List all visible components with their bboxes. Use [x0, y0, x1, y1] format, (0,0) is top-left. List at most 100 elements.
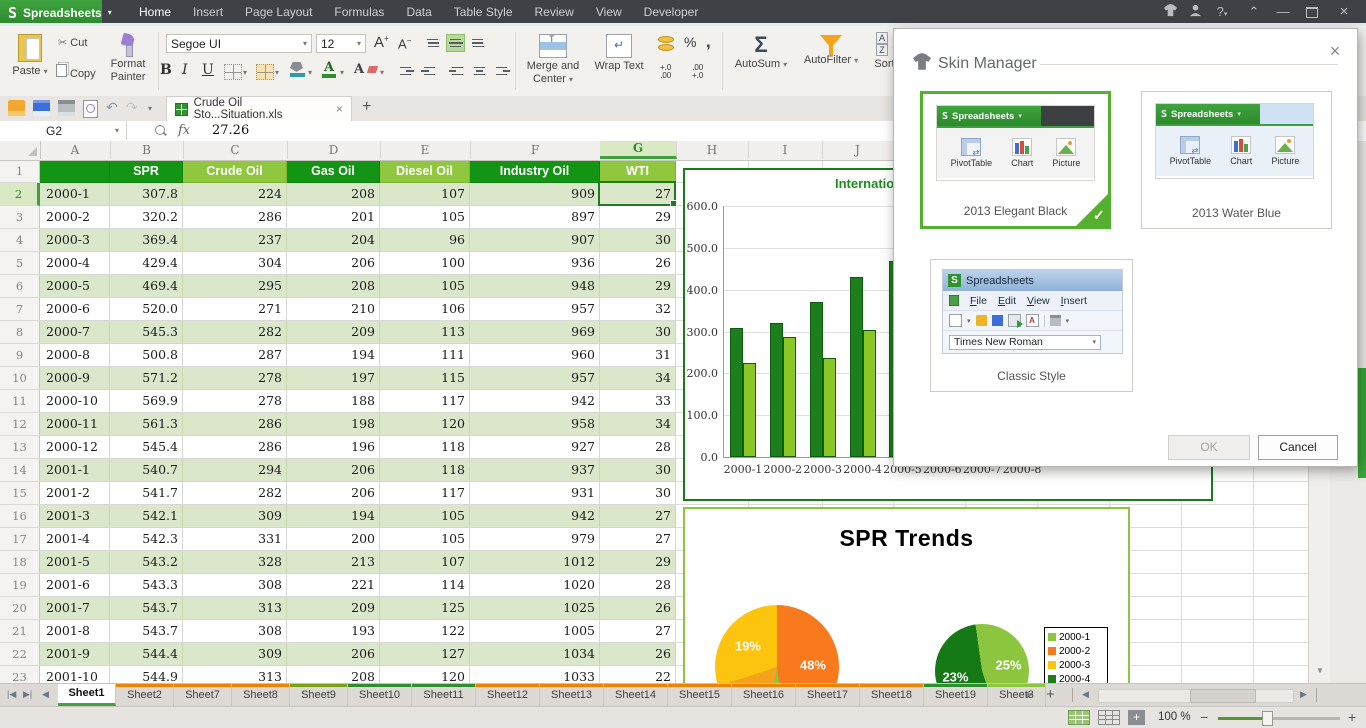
- row-header-7[interactable]: 7: [0, 298, 40, 321]
- row-header-1[interactable]: 1: [0, 160, 40, 183]
- select-all-corner[interactable]: [0, 141, 41, 159]
- ribbon-tab-formulas[interactable]: Formulas: [323, 0, 395, 25]
- fill-color-dropdown[interactable]: ▾: [308, 68, 312, 77]
- fill-handle[interactable]: [670, 200, 677, 207]
- skin-card-classic[interactable]: SSpreadsheets FileEditViewInsert ▾ A ▾: [930, 259, 1133, 392]
- grid-cell[interactable]: 2001-2: [40, 482, 110, 505]
- ribbon-tab-page-layout[interactable]: Page Layout: [234, 0, 323, 25]
- grid-cell[interactable]: 969: [470, 321, 600, 344]
- grid-cell[interactable]: 897: [470, 206, 600, 229]
- ribbon-tab-view[interactable]: View: [585, 0, 633, 25]
- grid-cell[interactable]: 278: [183, 390, 287, 413]
- currency-button[interactable]: [658, 36, 674, 51]
- grid-cell[interactable]: 27: [600, 505, 676, 528]
- grid-cell[interactable]: 28: [600, 574, 676, 597]
- redo-button[interactable]: ↷: [126, 99, 138, 116]
- ribbon-tab-developer[interactable]: Developer: [633, 0, 710, 25]
- column-header-F[interactable]: F: [470, 141, 601, 159]
- align-top-button[interactable]: [424, 34, 443, 52]
- document-tab[interactable]: Crude Oil Sto...Situation.xls ×: [166, 96, 352, 121]
- paste-button[interactable]: Paste ▾: [6, 32, 54, 90]
- tab-scroll-left[interactable]: ◀: [1082, 689, 1089, 700]
- grid-cell[interactable]: 193: [287, 620, 380, 643]
- row-header-20[interactable]: 20: [0, 597, 40, 620]
- grid-cell[interactable]: 206: [287, 643, 380, 666]
- grid-cell[interactable]: 197: [287, 367, 380, 390]
- ok-button[interactable]: OK: [1168, 435, 1250, 460]
- cell-style-dropdown[interactable]: ▾: [275, 68, 279, 77]
- row-header-19[interactable]: 19: [0, 574, 40, 597]
- table-header-cell[interactable]: SPR: [110, 160, 183, 183]
- cancel-button[interactable]: Cancel: [1258, 435, 1338, 460]
- formula-value[interactable]: 27.26: [212, 123, 249, 138]
- percent-button[interactable]: %: [684, 34, 696, 50]
- format-painter-button[interactable]: Format Painter: [102, 32, 154, 92]
- grid-cell[interactable]: 271: [183, 298, 287, 321]
- grid-cell[interactable]: 208: [287, 666, 380, 683]
- grid-cell[interactable]: 2001-7: [40, 597, 110, 620]
- grid-cell[interactable]: 30: [600, 459, 676, 482]
- column-header-J[interactable]: J: [822, 141, 894, 159]
- table-header-cell[interactable]: Diesel Oil: [380, 160, 470, 183]
- grid-cell[interactable]: 2000-2: [40, 206, 110, 229]
- undo-button[interactable]: ↶: [106, 99, 118, 116]
- grid-cell[interactable]: 105: [380, 528, 470, 551]
- sheet-tab-sheet19[interactable]: Sheet19: [924, 684, 988, 706]
- column-header-E[interactable]: E: [380, 141, 471, 159]
- last-sheet-button[interactable]: ▶|: [23, 689, 32, 700]
- font-color-button[interactable]: A: [322, 62, 336, 78]
- grid-cell[interactable]: 282: [183, 321, 287, 344]
- print-preview-button[interactable]: [83, 100, 98, 118]
- row-header-22[interactable]: 22: [0, 643, 40, 666]
- first-sheet-button[interactable]: |◀: [7, 689, 16, 700]
- grid-cell[interactable]: 2000-11: [40, 413, 110, 436]
- column-header-I[interactable]: I: [748, 141, 823, 159]
- grid-cell[interactable]: 2001-10: [40, 666, 110, 683]
- sheet-tab-sheet2[interactable]: Sheet2: [116, 684, 174, 706]
- align-middle-button[interactable]: [446, 34, 465, 52]
- grid-cell[interactable]: 194: [287, 505, 380, 528]
- copy-button[interactable]: Copy: [56, 64, 96, 80]
- grid-cell[interactable]: 545.3: [110, 321, 183, 344]
- borders-dropdown[interactable]: ▾: [243, 68, 247, 77]
- grid-cell[interactable]: 34: [600, 367, 676, 390]
- grid-cell[interactable]: 2001-5: [40, 551, 110, 574]
- increase-indent-button[interactable]: [420, 62, 439, 80]
- align-right-button[interactable]: [492, 62, 511, 80]
- grid-cell[interactable]: 27: [600, 620, 676, 643]
- grid-cell[interactable]: 125: [380, 597, 470, 620]
- cell-style-button[interactable]: [256, 64, 274, 80]
- grid-cell[interactable]: 542.3: [110, 528, 183, 551]
- grid-cell[interactable]: 2000-9: [40, 367, 110, 390]
- grid-cell[interactable]: 2000-6: [40, 298, 110, 321]
- grid-cell[interactable]: 208: [287, 275, 380, 298]
- align-bottom-button[interactable]: [468, 34, 487, 52]
- ribbon-tab-home[interactable]: Home: [128, 0, 182, 25]
- grid-cell[interactable]: 26: [600, 597, 676, 620]
- grid-cell[interactable]: 2001-8: [40, 620, 110, 643]
- grid-cell[interactable]: 118: [380, 459, 470, 482]
- add-sheet-button[interactable]: +: [1046, 686, 1055, 703]
- grid-cell[interactable]: 2001-3: [40, 505, 110, 528]
- row-header-11[interactable]: 11: [0, 390, 40, 413]
- grid-cell[interactable]: 114: [380, 574, 470, 597]
- grid-cell[interactable]: 960: [470, 344, 600, 367]
- table-header-cell[interactable]: Industry Oil: [470, 160, 600, 183]
- grid-cell[interactable]: 206: [287, 459, 380, 482]
- merge-center-button[interactable]: T Merge and Center ▾: [520, 32, 586, 92]
- grid-cell[interactable]: 313: [183, 597, 287, 620]
- align-left-button[interactable]: [448, 62, 467, 80]
- grid-cell[interactable]: 909: [470, 183, 600, 206]
- grid-cell[interactable]: 204: [287, 229, 380, 252]
- grid-cell[interactable]: 541.7: [110, 482, 183, 505]
- sheet-tab-sheet1[interactable]: Sheet1: [58, 684, 116, 706]
- table-header-cell[interactable]: WTI: [600, 160, 676, 183]
- grid-cell[interactable]: 313: [183, 666, 287, 683]
- decrease-decimal-button[interactable]: .00+.0: [692, 64, 703, 80]
- grid-cell[interactable]: 29: [600, 275, 676, 298]
- grid-cell[interactable]: 209: [287, 597, 380, 620]
- grid-cell[interactable]: 237: [183, 229, 287, 252]
- grid-cell[interactable]: 107: [380, 551, 470, 574]
- sheet-tab-sheet12[interactable]: Sheet12: [476, 684, 540, 706]
- grid-cell[interactable]: 469.4: [110, 275, 183, 298]
